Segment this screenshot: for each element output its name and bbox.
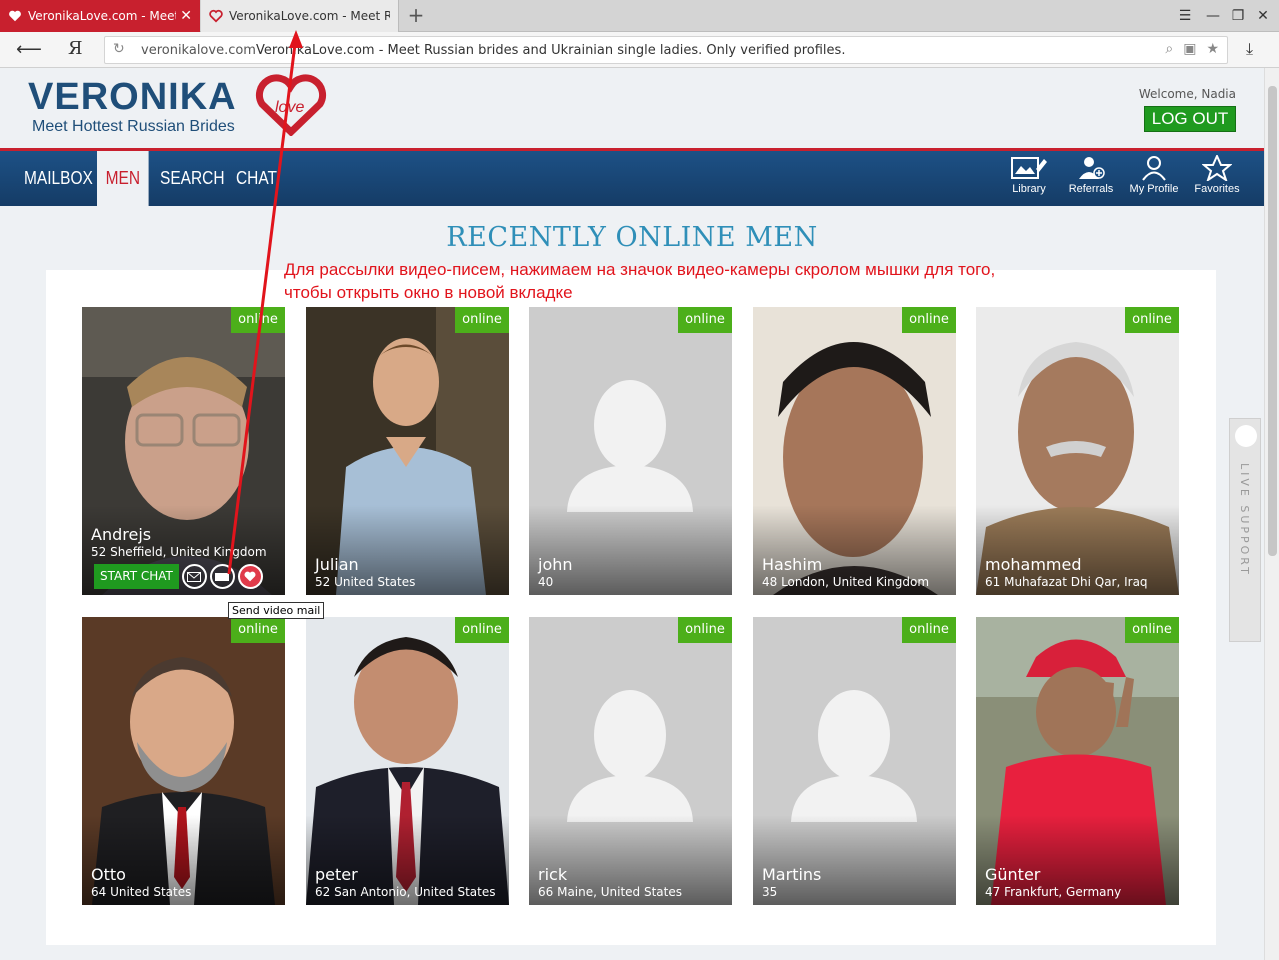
profile-location: 52 United States xyxy=(315,575,416,589)
url-page-title: VeronikaLove.com - Meet Russian brides a… xyxy=(256,43,846,58)
profile-card[interactable]: online john 40 xyxy=(529,307,732,595)
window-close-icon[interactable]: ✕ xyxy=(1252,6,1274,26)
browser-tab-active[interactable]: VeronikaLove.com - Meet ✕ xyxy=(0,0,200,32)
profile-card[interactable]: online Martins 35 xyxy=(753,617,956,905)
close-icon[interactable]: ✕ xyxy=(180,8,192,24)
profile-location: 48 London, United Kingdom xyxy=(762,575,930,589)
star-icon xyxy=(1202,155,1232,181)
profile-card[interactable]: online rick 66 Maine, United States xyxy=(529,617,732,905)
profile-location: 52 Sheffield, United Kingdom xyxy=(91,545,267,559)
back-arrow-icon[interactable]: ⟵ xyxy=(16,39,42,60)
nav-chat[interactable]: CHAT xyxy=(236,151,277,206)
profile-name[interactable]: Julian xyxy=(315,556,501,574)
video-camera-icon[interactable] xyxy=(209,564,235,589)
add-favorite-heart-icon[interactable] xyxy=(237,564,263,589)
online-badge: online xyxy=(678,617,732,643)
tab-title: VeronikaLove.com - Meet xyxy=(28,9,177,23)
heart-icon xyxy=(209,9,223,23)
profile-card[interactable]: online Hashim 48 London, United Kingdom xyxy=(753,307,956,595)
live-support-label: LIVE SUPPORT xyxy=(1238,463,1251,577)
online-badge: online xyxy=(231,617,285,643)
nav-favorites[interactable]: Favorites xyxy=(1188,155,1246,203)
profile-location: 61 Muhafazat Dhi Qar, Iraq xyxy=(985,575,1148,589)
site-header: VERONIKA love Meet Hottest Russian Bride… xyxy=(0,68,1264,148)
live-support-tab[interactable]: LIVE SUPPORT xyxy=(1229,418,1261,642)
restore-icon[interactable]: ❐ xyxy=(1227,6,1249,26)
logout-button[interactable]: LOG OUT xyxy=(1144,106,1236,132)
profile-name[interactable]: Günter xyxy=(985,866,1171,884)
browser-tab-bar: VeronikaLove.com - Meet ✕ VeronikaLove.c… xyxy=(0,0,1279,32)
welcome-text: Welcome, Nadia xyxy=(1138,87,1236,101)
profile-name[interactable]: john xyxy=(538,556,724,574)
online-badge: online xyxy=(902,307,956,333)
url-host: veronikalove.com xyxy=(141,43,256,58)
profile-location: 66 Maine, United States xyxy=(538,885,682,899)
reload-icon[interactable]: ↻ xyxy=(113,41,125,57)
scrollbar-thumb[interactable] xyxy=(1268,86,1277,556)
menu-icon[interactable]: ☰ xyxy=(1174,6,1196,26)
profile-name[interactable]: rick xyxy=(538,866,724,884)
profile-card[interactable]: online Andrejs 52 Sheffield, United King… xyxy=(82,307,285,595)
start-chat-button[interactable]: START CHAT xyxy=(94,564,179,589)
page-scrollbar[interactable] xyxy=(1264,68,1279,960)
online-badge: online xyxy=(455,307,509,333)
address-bar: ⟵ Я ↻ veronikalove.com VeronikaLove.com … xyxy=(0,32,1279,68)
download-icon[interactable]: ⤓ xyxy=(1246,39,1253,59)
profile-location: 40 xyxy=(538,575,554,589)
profile-card[interactable]: online mohammed 61 Muhafazat Dhi Qar, Ir… xyxy=(976,307,1179,595)
library-icon xyxy=(1011,157,1047,179)
online-badge: online xyxy=(1125,617,1179,643)
online-badge: online xyxy=(678,307,732,333)
online-badge: online xyxy=(902,617,956,643)
logo-heart-word: love xyxy=(275,99,304,116)
online-badge: online xyxy=(455,617,509,643)
minimize-icon[interactable]: — xyxy=(1202,6,1224,26)
nav-my-profile[interactable]: My Profile xyxy=(1125,155,1183,203)
profile-name[interactable]: Martins xyxy=(762,866,948,884)
profile-card[interactable]: online Günter 47 Frankfurt, Germany xyxy=(976,617,1179,905)
send-mail-icon[interactable] xyxy=(181,564,207,589)
site-tagline: Meet Hottest Russian Brides xyxy=(32,118,235,135)
nav-men[interactable]: MEN xyxy=(97,151,149,206)
profile-name[interactable]: Hashim xyxy=(762,556,948,574)
profile-location: 62 San Antonio, United States xyxy=(315,885,496,899)
nav-library[interactable]: Library xyxy=(1000,155,1058,203)
lock-icon[interactable]: ▣ xyxy=(1183,41,1196,57)
online-badge: online xyxy=(231,307,285,333)
heart-icon xyxy=(9,10,21,22)
browser-tab-inactive[interactable]: VeronikaLove.com - Meet Ru xyxy=(201,0,399,32)
send-video-mail-tooltip: Send video mail xyxy=(228,602,325,619)
profile-card[interactable]: online Julian 52 United States xyxy=(306,307,509,595)
instruction-annotation: Для рассылки видео-писем, нажимаем на зн… xyxy=(284,260,996,302)
nav-referrals[interactable]: Referrals xyxy=(1062,155,1120,203)
chat-bubble-icon xyxy=(1235,425,1257,447)
site-logo[interactable]: VERONIKA xyxy=(28,76,237,119)
new-tab-button[interactable]: + xyxy=(404,5,428,27)
profile-icon xyxy=(1142,156,1166,181)
bookmark-star-icon[interactable]: ★ xyxy=(1206,41,1219,57)
profile-card[interactable]: online Otto 64 United States xyxy=(82,617,285,905)
referrals-icon xyxy=(1079,157,1105,179)
online-badge: online xyxy=(1125,307,1179,333)
profile-location: 64 United States xyxy=(91,885,192,899)
profile-name[interactable]: Andrejs xyxy=(91,526,277,544)
url-field[interactable]: ↻ veronikalove.com VeronikaLove.com - Me… xyxy=(104,36,1228,64)
profile-actions: START CHAT xyxy=(94,564,263,589)
profile-name[interactable]: peter xyxy=(315,866,501,884)
nav-search[interactable]: SEARCH xyxy=(160,151,225,206)
main-nav: MAILBOX MEN SEARCH CHAT Library Referral… xyxy=(0,151,1264,206)
nav-mailbox[interactable]: MAILBOX xyxy=(24,151,93,206)
yandex-button[interactable]: Я xyxy=(68,38,83,59)
page-title: RECENTLY ONLINE MEN xyxy=(446,222,818,253)
search-icon[interactable]: ⌕ xyxy=(1165,41,1173,57)
profile-name[interactable]: Otto xyxy=(91,866,277,884)
profile-location: 47 Frankfurt, Germany xyxy=(985,885,1122,899)
logo-heart-icon: love xyxy=(255,74,327,136)
profile-card[interactable]: online peter 62 San Antonio, United Stat… xyxy=(306,617,509,905)
profile-name[interactable]: mohammed xyxy=(985,556,1171,574)
tab-title: VeronikaLove.com - Meet Ru xyxy=(229,9,390,23)
profile-location: 35 xyxy=(762,885,778,899)
